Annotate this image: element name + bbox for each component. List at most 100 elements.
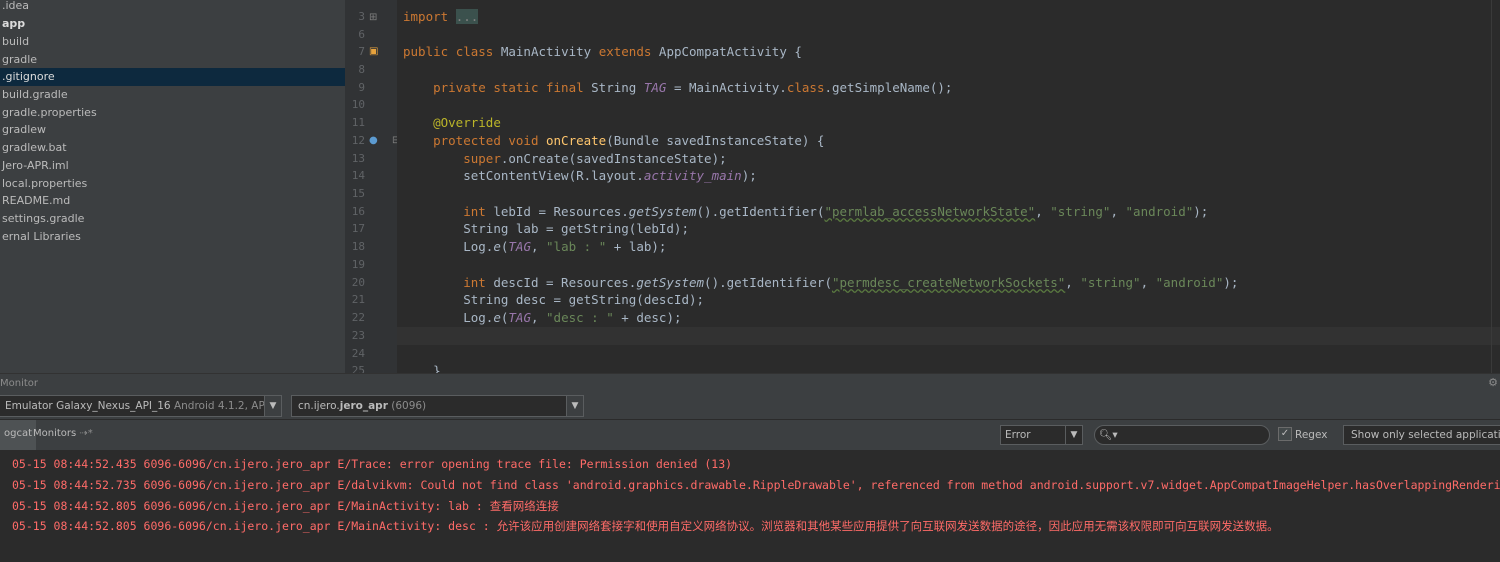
line-number: 15 bbox=[351, 187, 365, 200]
device-select[interactable]: Emulator Galaxy_Nexus_API_16 Android 4.1… bbox=[0, 395, 282, 417]
right-margin-guide bbox=[1491, 0, 1492, 373]
code-line-13: super.onCreate(savedInstanceState); bbox=[403, 150, 727, 168]
search-input[interactable]: 🔍︎▾ bbox=[1094, 425, 1270, 445]
chevron-down-icon[interactable]: ▼ bbox=[566, 396, 583, 416]
tree-item-gradle-properties[interactable]: gradle.properties bbox=[0, 104, 345, 122]
log-line: 05-15 08:44:52.435 6096-6096/cn.ijero.je… bbox=[12, 457, 733, 471]
token: String bbox=[591, 80, 637, 95]
process-app: jero_apr bbox=[339, 400, 388, 412]
line-number: 6 bbox=[358, 28, 365, 41]
code-line-12: protected void onCreate(Bundle savedInst… bbox=[403, 132, 824, 150]
log-level-value: Error bbox=[1005, 429, 1031, 441]
token: int bbox=[463, 275, 486, 290]
token: MainActivity bbox=[500, 44, 592, 59]
tree-item-local-properties[interactable]: local.properties bbox=[0, 175, 345, 193]
tree-item-build[interactable]: build bbox=[0, 33, 345, 51]
token: onCreate bbox=[546, 133, 607, 148]
token: "string" bbox=[1080, 275, 1141, 290]
token: "desc : " bbox=[546, 310, 614, 325]
token: descId = Resources. bbox=[485, 275, 637, 290]
line-number: 18 bbox=[351, 240, 365, 253]
tab-logcat-label: ogcat bbox=[4, 428, 33, 439]
token: getSystem bbox=[636, 275, 705, 290]
token: Log. bbox=[463, 239, 494, 254]
token: getSystem bbox=[628, 204, 697, 219]
gear-icon[interactable]: ⚙ bbox=[1488, 376, 1498, 389]
tree-item-readme[interactable]: README.md bbox=[0, 192, 345, 210]
monitor-panel-title: Monitor bbox=[0, 373, 1500, 393]
token: "android" bbox=[1125, 204, 1194, 219]
fold-plus-icon[interactable]: ⊞ bbox=[369, 12, 377, 24]
editor-gutter: 3 6 7 8 9 10 11 12 13 14 15 16 17 18 19 … bbox=[345, 0, 421, 377]
logcat-output[interactable]: 05-15 08:44:52.435 6096-6096/cn.ijero.je… bbox=[0, 450, 1500, 562]
chevron-down-icon[interactable]: ▼ bbox=[264, 396, 281, 416]
token: "permlab_accessNetworkState" bbox=[824, 204, 1036, 219]
line-number: 23 bbox=[351, 329, 365, 342]
line-number: 11 bbox=[351, 116, 365, 129]
tree-item-app[interactable]: app bbox=[0, 15, 345, 33]
import-fold[interactable]: ... bbox=[455, 9, 479, 24]
line-number: 3 bbox=[358, 10, 365, 23]
token: ().getIdentifier( bbox=[704, 275, 832, 290]
search-icon: 🔍︎▾ bbox=[1099, 429, 1118, 441]
token: @Override bbox=[433, 115, 501, 130]
tree-item-iml[interactable]: Jero-APR.iml bbox=[0, 157, 345, 175]
token: + lab); bbox=[606, 239, 667, 254]
tree-item-gradlew-bat[interactable]: gradlew.bat bbox=[0, 139, 345, 157]
line-number: 20 bbox=[351, 276, 365, 289]
line-number: 14 bbox=[351, 169, 365, 182]
token: private static final bbox=[433, 80, 584, 95]
code-editor[interactable]: import ... public class MainActivity ext… bbox=[397, 0, 1500, 373]
tree-item-gradle[interactable]: gradle bbox=[0, 51, 345, 69]
token: lebId = Resources. bbox=[485, 204, 629, 219]
line-number: 10 bbox=[351, 98, 365, 111]
token: , bbox=[530, 239, 547, 254]
token: , bbox=[1065, 275, 1081, 290]
token: "lab : " bbox=[546, 239, 607, 254]
log-line: 05-15 08:44:52.805 6096-6096/cn.ijero.je… bbox=[12, 519, 1279, 533]
token: (Bundle savedInstanceState) { bbox=[606, 133, 825, 148]
code-line-18: Log.e(TAG, "lab : " + lab); bbox=[403, 238, 666, 256]
monitor-title-label: Monitor bbox=[0, 378, 39, 389]
token: + desc); bbox=[613, 310, 682, 325]
pin-icon[interactable]: ⇢* bbox=[79, 428, 92, 439]
code-line-22: Log.e(TAG, "desc : " + desc); bbox=[403, 309, 682, 327]
token: import bbox=[403, 9, 449, 24]
code-line-21: String desc = getString(descId); bbox=[403, 291, 704, 309]
token: , bbox=[530, 310, 547, 325]
line-number: 17 bbox=[351, 222, 365, 235]
log-level-select[interactable]: Error ▼ bbox=[1000, 425, 1083, 445]
token: } bbox=[433, 363, 441, 373]
token: "string" bbox=[1050, 204, 1111, 219]
tree-item-external-libraries[interactable]: ernal Libraries bbox=[0, 228, 345, 246]
token: ().getIdentifier( bbox=[696, 204, 825, 219]
device-selector-row: Emulator Galaxy_Nexus_API_16 Android 4.1… bbox=[0, 393, 1500, 419]
token: TAG bbox=[643, 80, 667, 95]
line-number: 9 bbox=[358, 81, 365, 94]
chevron-down-icon[interactable]: ▼ bbox=[1065, 426, 1082, 444]
tree-item-settings-gradle[interactable]: settings.gradle bbox=[0, 210, 345, 228]
tab-monitors[interactable]: Monitors ⇢* bbox=[29, 420, 97, 450]
filter-select[interactable]: Show only selected application bbox=[1343, 425, 1500, 445]
token: .onCreate(savedInstanceState); bbox=[500, 151, 727, 166]
token: String lab = getString(lebId); bbox=[463, 221, 689, 236]
tree-item-gradlew[interactable]: gradlew bbox=[0, 121, 345, 139]
token: AppCompatActivity { bbox=[658, 44, 802, 59]
code-line-14: setContentView(R.layout.activity_main); bbox=[403, 167, 757, 185]
regex-checkbox[interactable]: ✓ bbox=[1278, 427, 1292, 441]
regex-label: Regex bbox=[1295, 429, 1328, 441]
tree-item-build-gradle[interactable]: build.gradle bbox=[0, 86, 345, 104]
override-method-icon[interactable]: ● bbox=[369, 135, 378, 147]
tree-item-idea[interactable]: .idea bbox=[0, 0, 345, 15]
token: , bbox=[1035, 204, 1051, 219]
caret-line-highlight bbox=[397, 327, 1500, 345]
token: .getSimpleName(); bbox=[824, 80, 953, 95]
code-line-3: import ... bbox=[403, 8, 479, 26]
android-class-icon[interactable]: ▣ bbox=[369, 46, 378, 58]
token: , bbox=[1110, 204, 1126, 219]
token: ); bbox=[1193, 204, 1209, 219]
code-line-16: int lebId = Resources.getSystem().getIde… bbox=[403, 203, 1208, 221]
tree-item-gitignore[interactable]: .gitignore bbox=[0, 68, 345, 86]
process-select[interactable]: cn.ijero.jero_apr (6096) ▼ bbox=[291, 395, 584, 417]
project-tree: .idea app build gradle .gitignore build.… bbox=[0, 0, 345, 373]
